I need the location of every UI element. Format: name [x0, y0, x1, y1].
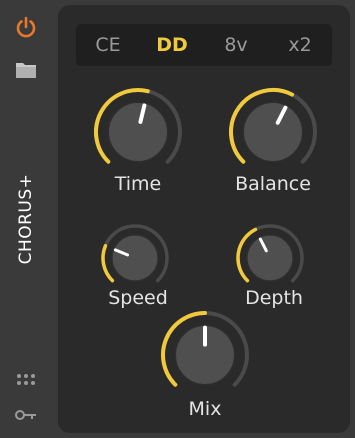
speed-knob[interactable] [100, 223, 170, 293]
speed-value-arc [101, 244, 115, 283]
time-knob-body [107, 101, 169, 163]
time-knob[interactable] [93, 87, 183, 177]
key-icon[interactable] [14, 403, 38, 427]
mode-selector: CE DD 8v x2 [76, 24, 332, 66]
speed-label: Speed [108, 287, 168, 309]
mode-tab-dd[interactable]: DD [140, 34, 204, 56]
mix-label: Mix [188, 398, 222, 420]
speed-knob-body [111, 234, 159, 282]
device-name: CHORUS+ [16, 173, 36, 265]
balance-label: Balance [235, 173, 311, 195]
depth-label: Depth [245, 287, 303, 309]
mode-tab-ce[interactable]: CE [76, 34, 140, 56]
mode-tab-x2[interactable]: x2 [268, 34, 332, 56]
depth-knob[interactable] [235, 223, 305, 293]
mode-tab-8v[interactable]: 8v [204, 34, 268, 56]
time-label: Time [114, 173, 162, 195]
grid-dots-icon[interactable] [14, 369, 38, 393]
device-panel: CE DD 8v x2 Time Balance Speed Depth Mix [58, 5, 350, 433]
mix-knob[interactable] [160, 310, 250, 400]
depth-knob-body [246, 234, 294, 282]
folder-icon[interactable] [14, 58, 38, 82]
power-icon[interactable] [14, 15, 38, 39]
balance-knob-body [242, 101, 304, 163]
sidebar: CHORUS+ [0, 0, 52, 438]
balance-knob[interactable] [228, 87, 318, 177]
